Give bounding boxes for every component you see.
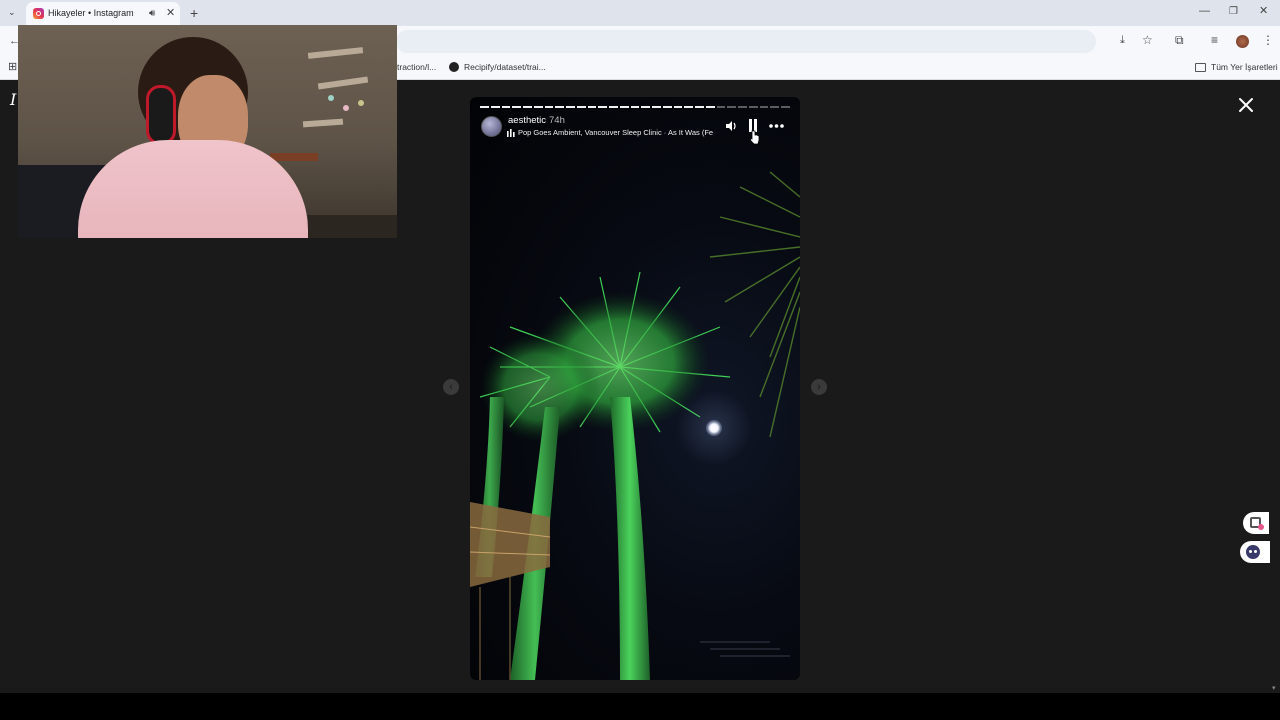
extensions-icon[interactable]: ⧉ [1175,34,1184,46]
avatar[interactable] [481,116,502,137]
progress-segment [705,106,715,108]
moon [706,420,722,436]
progress-segment [544,106,554,108]
progress-segment [673,106,683,108]
progress-segment [512,106,522,108]
extension-widget-icon[interactable] [1243,512,1269,534]
progress-segment [716,106,726,108]
assistant-widget-icon[interactable] [1240,541,1270,563]
story-music-info[interactable]: Pop Goes Ambient, Vancouver Sleep Clinic… [518,128,726,137]
media-control-icon[interactable]: ≡ [1211,34,1218,46]
wall-bracket [270,153,318,161]
progress-segment [523,106,532,108]
progress-segment [748,106,758,108]
headset-icon [146,85,176,145]
progress-segment [501,106,511,108]
progress-segment [533,106,543,108]
new-tab-button[interactable]: + [190,6,198,20]
mouse-cursor-icon [749,130,760,145]
instagram-favicon-icon [33,8,44,19]
bookmark-star-icon[interactable]: ☆ [1142,34,1153,46]
apps-grid-icon[interactable]: ⊞ [8,62,17,73]
progress-segment [727,106,737,108]
install-app-icon[interactable]: ⤓ [1120,35,1125,46]
progress-segment [555,106,565,108]
story-timestamp: 74h [549,115,565,126]
progress-segment [641,106,651,108]
progress-segment [684,106,694,108]
progress-segment [490,106,500,108]
progress-segment [609,106,618,108]
progress-segment [738,106,747,108]
chevron-right-icon[interactable]: › [811,379,827,395]
profile-avatar[interactable] [1236,35,1249,48]
tab-strip: ⌄ Hikayeler • Instagram 🔊︎ ✕ + — ❐ ✕ [0,0,1280,26]
wall-shelf-decor [298,45,378,155]
more-icon[interactable] [769,124,784,128]
music-bars-icon [507,129,515,137]
desk [308,215,397,238]
tab-title: Hikayeler • Instagram [48,8,134,18]
webcam-overlay [18,25,397,238]
restore-icon[interactable]: ❐ [1229,7,1238,17]
progress-segment [652,106,661,108]
window-close-icon[interactable]: ✕ [1259,6,1268,17]
story-username[interactable]: aesthetic [508,115,546,126]
progress-segment [770,106,780,108]
github-icon [449,62,459,72]
progress-segment [566,106,575,108]
progress-segment [759,106,769,108]
tab-instagram[interactable]: Hikayeler • Instagram 🔊︎ ✕ [26,2,180,26]
close-icon[interactable] [1238,97,1254,113]
folder-icon [1195,63,1206,72]
chrome-menu-icon[interactable]: ⋮ [1262,34,1274,46]
bookmark-item[interactable]: Recipify/dataset/trai... [464,62,546,72]
address-bar[interactable] [396,30,1096,53]
instagram-logo-icon[interactable]: I [10,90,16,109]
all-bookmarks-button[interactable]: Tüm Yer İşaretleri [1211,62,1278,72]
progress-segment [619,106,629,108]
progress-segment [576,106,586,108]
progress-segment [695,106,704,108]
progress-segment [598,106,608,108]
volume-icon[interactable] [725,120,738,132]
progress-segment [781,106,790,108]
tab-search-icon[interactable]: ⌄ [8,8,16,17]
minimize-icon[interactable]: — [1199,6,1210,17]
progress-segment [662,106,672,108]
progress-segment [480,106,489,108]
progress-segment [587,106,597,108]
story-frame[interactable]: aesthetic 74h Pop Goes Ambient, Vancouve… [470,97,800,680]
tab-audio-icon[interactable]: 🔊︎ [149,9,155,19]
bookmark-item[interactable]: traction/l... [397,62,436,72]
story-photo-palms [470,171,800,680]
chevron-left-icon[interactable]: ‹ [443,379,459,395]
tab-close-icon[interactable]: ✕ [166,8,175,19]
page-scrollbar[interactable]: ▾ [1270,80,1280,693]
bottom-bar [0,693,1280,720]
progress-segment [630,106,640,108]
